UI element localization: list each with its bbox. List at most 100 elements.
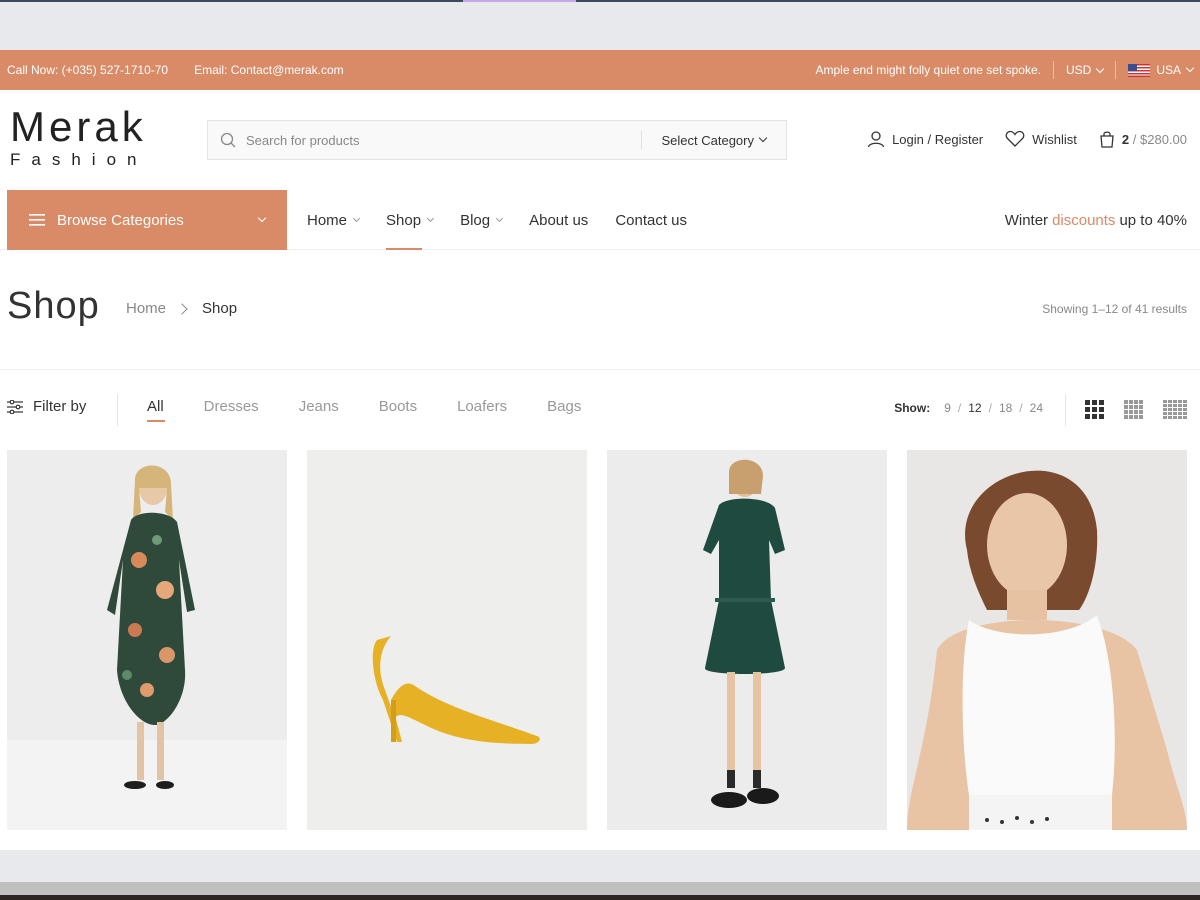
nav-item-shop[interactable]: Shop — [386, 190, 435, 250]
tagline-text: Ample end might folly quiet one set spok… — [815, 63, 1041, 77]
show-label: Show: — [894, 401, 931, 415]
country-label: USA — [1156, 63, 1181, 77]
search-icon[interactable] — [220, 132, 236, 148]
wishlist-button[interactable]: Wishlist — [1005, 130, 1077, 148]
category-tab-all[interactable]: All — [147, 398, 165, 422]
site-logo[interactable]: Merak Fashion — [10, 106, 147, 170]
nav-menu: Home Shop Blog About us Contact us — [307, 190, 714, 250]
product-card-yellow-heel[interactable] — [307, 450, 587, 830]
per-page-option-12[interactable]: 12 — [968, 401, 981, 415]
grid-view-switcher — [1085, 400, 1187, 419]
cart-count: 2 — [1121, 131, 1130, 147]
divider — [1065, 394, 1066, 426]
grid-4-icon[interactable] — [1124, 400, 1143, 419]
promo-banner: Winter discounts up to 40% — [1005, 190, 1187, 250]
chevron-down-icon — [352, 214, 361, 222]
divider — [117, 394, 118, 426]
filter-by-label: Filter by — [33, 398, 87, 415]
email-link[interactable]: Email: Contact@merak.com — [194, 63, 344, 77]
product-card-white-top[interactable] — [907, 450, 1187, 830]
product-card-green-lace-dress[interactable] — [607, 450, 887, 830]
bottom-scrollbar[interactable] — [0, 882, 1200, 895]
breadcrumb-current: Shop — [202, 300, 238, 317]
page-title: Shop — [7, 285, 100, 327]
chevron-down-icon — [257, 213, 267, 223]
per-page-selector: Show: 9/ 12/ 18/ 24 — [894, 401, 1043, 415]
heart-icon — [1005, 130, 1025, 147]
filter-toolbar: Filter by All Dresses Jeans Boots Loafer… — [0, 370, 1200, 450]
nav-item-label: Home — [307, 211, 348, 229]
logo-subtitle: Fashion — [10, 150, 148, 169]
shopping-bag-icon — [1100, 131, 1114, 148]
product-image-floral-dress — [7, 450, 287, 830]
category-tab-bags[interactable]: Bags — [547, 398, 581, 415]
chevron-down-icon — [758, 133, 768, 143]
browse-categories-button[interactable]: Browse Categories — [7, 190, 287, 250]
nav-item-label: About us — [529, 211, 589, 229]
product-image-yellow-heel — [307, 450, 587, 830]
category-select-label: Select Category — [661, 132, 755, 148]
page-body: Merak Fashion Select Category Login / Re… — [0, 90, 1200, 850]
page-header: Shop Home Shop Showing 1–12 of 41 result… — [0, 250, 1200, 370]
cart-total: / $280.00 — [1132, 131, 1187, 147]
product-card-floral-dress[interactable] — [7, 450, 287, 830]
top-bar: Call Now: (+035) 527-1710-70 Email: Cont… — [0, 50, 1200, 90]
category-tab-loafers[interactable]: Loafers — [457, 398, 507, 415]
nav-item-home[interactable]: Home — [307, 190, 361, 250]
breadcrumb: Home Shop — [126, 300, 237, 317]
logo-title: Merak — [10, 103, 147, 150]
currency-label: USD — [1065, 63, 1092, 77]
login-button[interactable]: Login / Register — [867, 130, 983, 148]
breadcrumb-home-link[interactable]: Home — [126, 300, 166, 317]
us-flag-icon — [1128, 63, 1151, 77]
nav-item-label: Contact us — [615, 211, 688, 229]
per-page-option-24[interactable]: 24 — [1030, 401, 1043, 415]
category-tab-jeans[interactable]: Jeans — [299, 398, 339, 415]
promo-text: up to 40% — [1119, 211, 1187, 229]
chevron-down-icon — [1096, 64, 1105, 74]
product-image-green-lace-dress — [607, 450, 887, 830]
chevron-down-icon — [427, 214, 435, 222]
window-bottom-edge — [0, 895, 1200, 900]
category-select[interactable]: Select Category — [640, 131, 787, 149]
nav-item-contact[interactable]: Contact us — [615, 190, 687, 250]
menu-icon — [29, 214, 45, 226]
divider — [1115, 61, 1117, 79]
grid-5-icon[interactable] — [1163, 400, 1187, 419]
country-select[interactable]: USA — [1128, 63, 1195, 77]
browse-categories-label: Browse Categories — [57, 211, 184, 229]
per-page-option-18[interactable]: 18 — [999, 401, 1012, 415]
filter-by-button[interactable]: Filter by — [7, 398, 86, 415]
header-actions: Login / Register Wishlist 2 / $280.00 — [845, 130, 1187, 148]
category-tab-boots[interactable]: Boots — [379, 398, 417, 415]
product-grid — [7, 450, 1187, 830]
login-label: Login / Register — [892, 131, 984, 147]
site-header: Merak Fashion Select Category Login / Re… — [0, 90, 1200, 190]
promo-highlight-link[interactable]: discounts — [1052, 212, 1115, 229]
tab-indicator — [463, 0, 576, 2]
promo-text: Winter — [1004, 211, 1049, 229]
nav-item-about[interactable]: About us — [529, 190, 588, 250]
search-input[interactable] — [236, 121, 641, 159]
grid-3-icon[interactable] — [1085, 400, 1104, 419]
category-tab-dresses[interactable]: Dresses — [204, 398, 259, 415]
window-top-accent — [0, 0, 1200, 2]
search-bar: Select Category — [207, 120, 787, 160]
chevron-right-icon — [176, 302, 188, 315]
main-navigation: Browse Categories Home Shop Blog About u… — [0, 190, 1200, 250]
currency-select[interactable]: USD — [1065, 63, 1105, 77]
category-tabs: All Dresses Jeans Boots Loafers Bags — [147, 398, 621, 422]
nav-item-blog[interactable]: Blog — [460, 190, 504, 250]
sliders-icon — [7, 399, 23, 414]
product-image-white-top — [907, 450, 1187, 830]
user-icon — [867, 131, 885, 148]
chevron-down-icon — [1185, 63, 1195, 73]
chevron-down-icon — [496, 214, 504, 222]
phone-link[interactable]: Call Now: (+035) 527-1710-70 — [7, 63, 168, 77]
nav-item-label: Shop — [386, 211, 422, 229]
divider — [1052, 61, 1054, 79]
wishlist-label: Wishlist — [1032, 131, 1077, 147]
cart-button[interactable]: 2 / $280.00 — [1099, 130, 1187, 148]
results-count: Showing 1–12 of 41 results — [1042, 302, 1187, 316]
per-page-option-9[interactable]: 9 — [944, 401, 951, 415]
